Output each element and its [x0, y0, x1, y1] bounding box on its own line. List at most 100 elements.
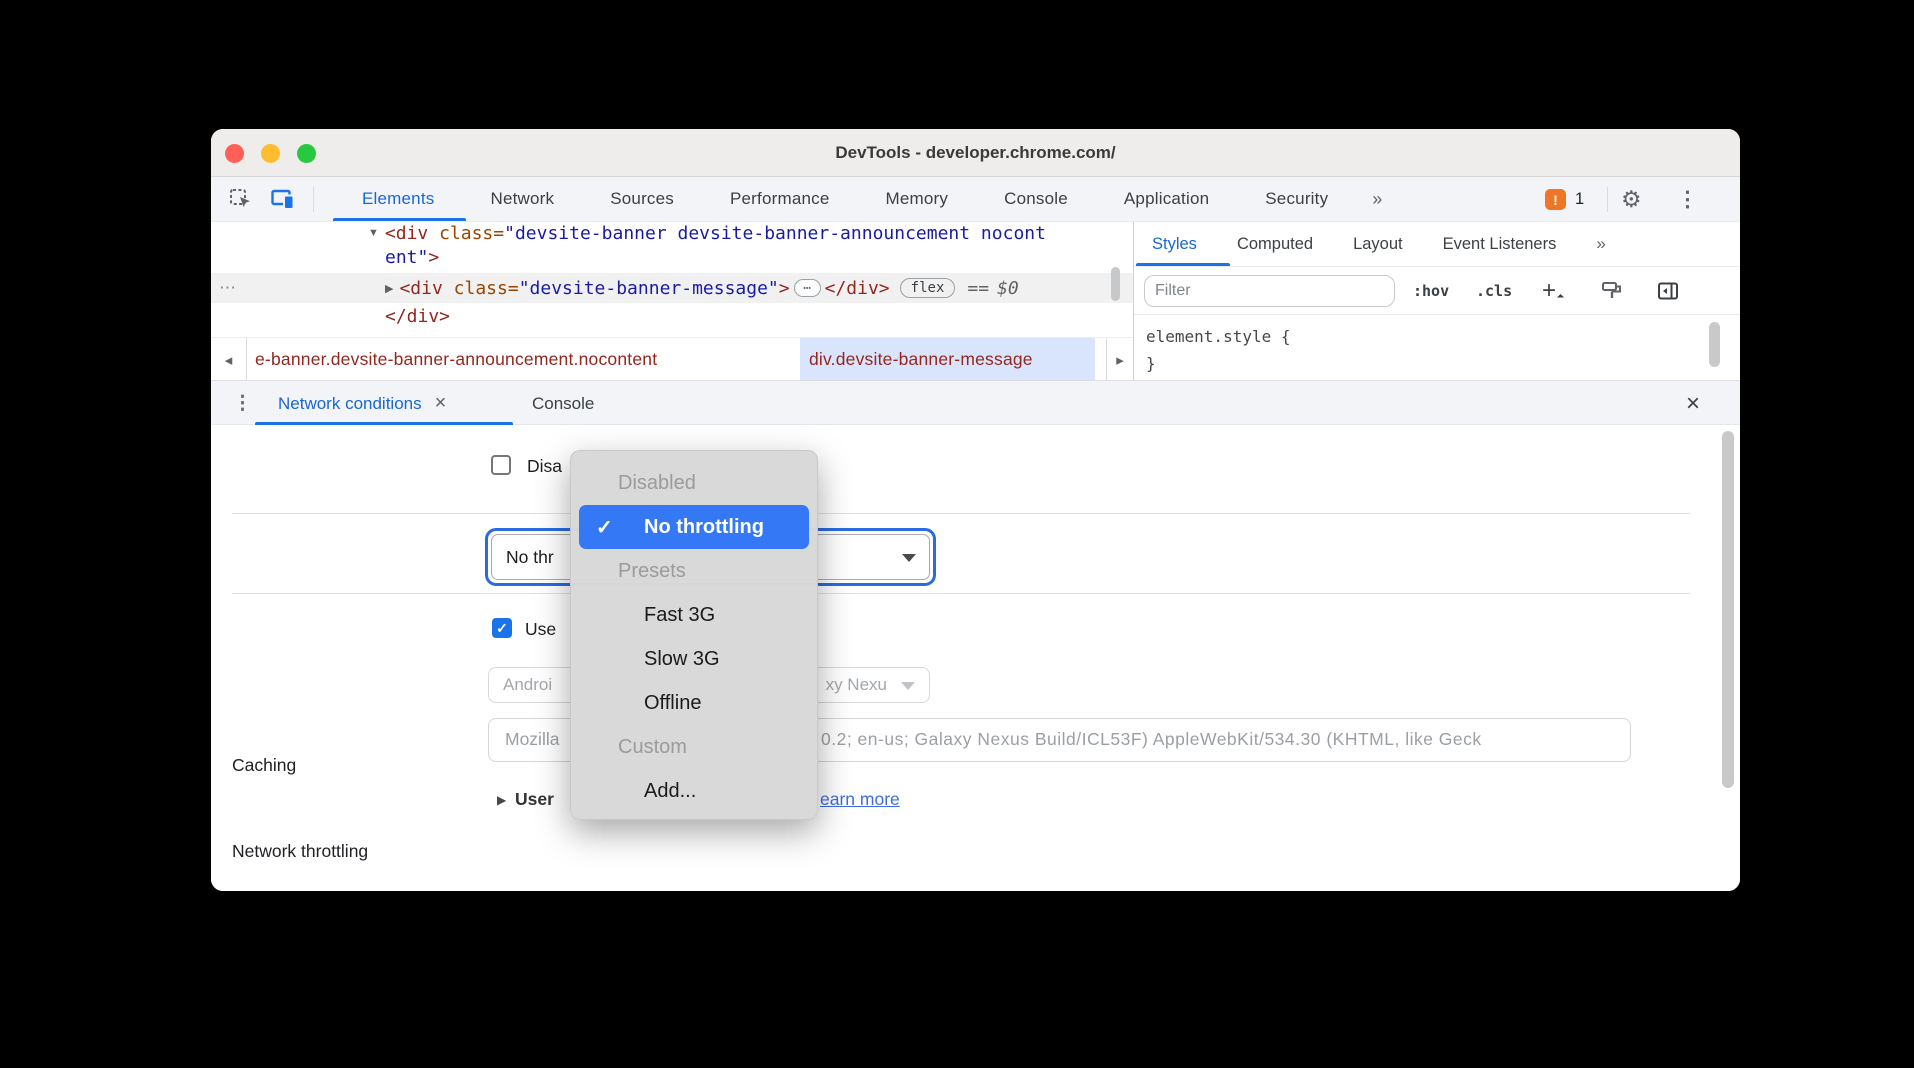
toolbar-divider-2	[1607, 187, 1608, 212]
tab-security[interactable]: Security	[1237, 177, 1356, 222]
preset-select-value-left: Androi	[503, 675, 552, 695]
inspect-element-icon[interactable]	[228, 186, 254, 212]
disclosure-arrow-icon[interactable]: ▶	[497, 793, 506, 807]
value-token: "devsite-banner-message"	[519, 278, 779, 299]
caching-label: Caching	[232, 755, 296, 776]
menu-item-slow-3g[interactable]: Slow 3G	[571, 637, 817, 681]
client-hints-label[interactable]: User	[515, 789, 554, 810]
attr-token: class=	[443, 278, 519, 299]
disable-cache-checkbox[interactable]	[491, 455, 511, 475]
zoom-window-button[interactable]	[297, 144, 316, 163]
value-token: "devsite-banner devsite-banner-announcem…	[504, 223, 1046, 244]
dom-node-line-close[interactable]: </div>	[211, 303, 1133, 329]
element-class-toggle[interactable]: .cls	[1476, 282, 1512, 300]
styles-filter-input[interactable]	[1144, 275, 1395, 307]
drawer-tab-console[interactable]: Console	[532, 381, 594, 426]
attr-token: class=	[428, 223, 504, 244]
styles-filter-row: :hov .cls +	[1134, 267, 1740, 315]
styles-scrollbar[interactable]	[1709, 322, 1720, 367]
dom-node-line-selected[interactable]: ⋯ ▶ <div class="devsite-banner-message">…	[211, 273, 1133, 303]
menu-item-label: No throttling	[644, 516, 764, 539]
use-browser-default-checkbox[interactable]: ✓	[492, 618, 512, 638]
disable-cache-label[interactable]: Disa	[527, 456, 562, 477]
checkmark-icon: ✓	[596, 515, 613, 540]
tab-performance[interactable]: Performance	[702, 177, 858, 222]
network-conditions-panel: Caching Disa Network throttling No thr U…	[211, 425, 1740, 891]
breadcrumb: ◂ e-banner.devsite-banner-announcement.n…	[211, 337, 1133, 380]
window-title: DevTools - developer.chrome.com/	[835, 143, 1115, 163]
select-arrow-icon	[902, 554, 916, 562]
dom-node-line[interactable]: ▼ <div class="devsite-banner devsite-ban…	[211, 222, 1133, 246]
tab-event-listeners[interactable]: Event Listeners	[1443, 235, 1557, 254]
main-panel: ▼ <div class="devsite-banner devsite-ban…	[211, 222, 1740, 380]
row-divider	[232, 593, 1690, 594]
preset-select-value-right: xy Nexu	[826, 675, 887, 695]
tab-console[interactable]: Console	[976, 177, 1096, 222]
devtools-window: DevTools - developer.chrome.com/ Element…	[211, 129, 1740, 891]
equals-token: ==	[967, 278, 989, 299]
rule-close-brace: }	[1146, 354, 1156, 373]
tab-memory[interactable]: Memory	[858, 177, 977, 222]
settings-gear-icon[interactable]: ⚙	[1621, 177, 1642, 222]
breadcrumb-item[interactable]: e-banner.devsite-banner-announcement.noc…	[255, 338, 657, 380]
breadcrumb-back-icon[interactable]: ◂	[211, 338, 247, 380]
tab-network[interactable]: Network	[462, 177, 582, 222]
tab-styles[interactable]: Styles	[1152, 235, 1197, 254]
use-browser-default-label[interactable]: Use	[525, 619, 556, 640]
more-tabs-icon[interactable]: »	[1596, 234, 1605, 254]
pseudo-state-toggle[interactable]: :hov	[1413, 282, 1449, 300]
closing-tag-token: </div>	[385, 306, 450, 327]
menu-item-offline[interactable]: Offline	[571, 681, 817, 725]
rendering-brush-icon[interactable]	[1600, 279, 1624, 303]
learn-more-link[interactable]: earn more	[820, 789, 900, 810]
close-window-button[interactable]	[225, 144, 244, 163]
closing-tag-token: </div>	[825, 278, 890, 299]
menu-item-add[interactable]: Add...	[571, 769, 817, 813]
flex-badge[interactable]: flex	[900, 278, 956, 298]
node-options-icon[interactable]: ⋯	[219, 278, 236, 298]
issues-counter[interactable]: ! 1	[1545, 177, 1584, 222]
tag-token: <div	[399, 278, 442, 299]
dom-node-line-wrap[interactable]: ent">	[211, 244, 1133, 270]
close-tab-icon[interactable]: ×	[435, 392, 447, 415]
expand-arrow-icon[interactable]: ▼	[368, 227, 379, 239]
drawer-tabbar: ⋮ Network conditions × Console ×	[211, 380, 1740, 425]
tab-elements[interactable]: Elements	[334, 177, 462, 222]
drawer-tab-network-conditions[interactable]: Network conditions ×	[278, 381, 446, 426]
tab-application[interactable]: Application	[1096, 177, 1237, 222]
drawer-tab-label: Network conditions	[278, 394, 422, 414]
menu-header-disabled: Disabled	[571, 461, 817, 505]
dollar-zero-token: $0	[997, 278, 1019, 299]
issue-count: 1	[1575, 190, 1584, 209]
element-style-rule[interactable]: element.style { }	[1134, 315, 1740, 377]
rule-selector[interactable]: element.style	[1146, 327, 1271, 346]
new-style-rule-icon[interactable]: +	[1542, 277, 1556, 305]
sidebar-toggle-icon[interactable]	[1656, 279, 1680, 303]
main-menu-kebab-icon[interactable]: ⋮	[1677, 177, 1698, 222]
drawer-scrollbar[interactable]	[1722, 431, 1734, 788]
inline-expand-icon[interactable]: ⋯	[794, 279, 821, 297]
issue-badge-icon: !	[1545, 189, 1566, 210]
client-hints-row: ▶ User earn more	[211, 789, 1740, 813]
menu-item-fast-3g[interactable]: Fast 3G	[571, 593, 817, 637]
traffic-lights	[225, 129, 316, 177]
expand-arrow-icon[interactable]: ▶	[385, 282, 393, 295]
active-tab-underline	[333, 218, 466, 221]
menu-item-no-throttling[interactable]: ✓ No throttling	[579, 505, 809, 549]
tab-layout[interactable]: Layout	[1353, 235, 1403, 254]
drawer-menu-kebab-icon[interactable]: ⋮	[233, 381, 252, 426]
throttling-select-value: No thr	[506, 547, 554, 568]
elements-scrollbar[interactable]	[1111, 267, 1120, 301]
minimize-window-button[interactable]	[261, 144, 280, 163]
breadcrumb-item-selected[interactable]: div.devsite-banner-message	[800, 338, 1095, 380]
breadcrumb-forward-icon[interactable]: ▸	[1106, 338, 1133, 380]
tab-computed[interactable]: Computed	[1237, 235, 1313, 254]
ua-string-left: Mozilla	[505, 729, 559, 750]
select-arrow-icon	[901, 682, 915, 690]
titlebar: DevTools - developer.chrome.com/	[211, 129, 1740, 177]
device-toolbar-icon[interactable]	[270, 186, 296, 212]
more-tabs-icon[interactable]: »	[1356, 177, 1398, 222]
active-tab-underline	[1136, 263, 1230, 266]
tab-sources[interactable]: Sources	[582, 177, 702, 222]
close-drawer-icon[interactable]: ×	[1686, 381, 1700, 426]
